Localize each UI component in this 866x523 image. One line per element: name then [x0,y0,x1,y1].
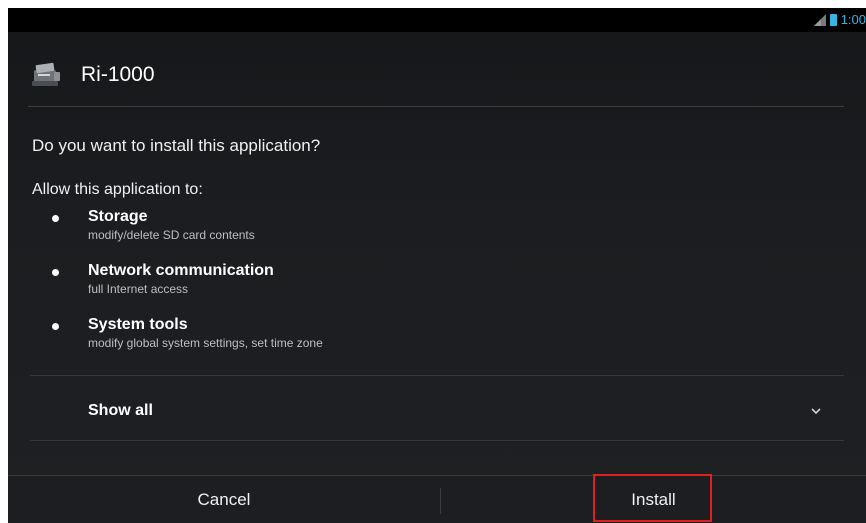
app-title: Ri-1000 [81,63,155,86]
cancel-button[interactable]: Cancel [8,476,440,523]
status-indicators: 1:00 [813,12,866,27]
permission-title: Storage [88,208,148,225]
permissions-divider [30,375,844,376]
show-all-label: Show all [88,402,153,419]
bullet-icon [52,269,59,276]
show-all-button[interactable]: Show all [30,378,844,440]
button-bar: Cancel Install [8,474,866,523]
scanner-icon [32,62,60,86]
header-divider [28,106,844,107]
permission-description: modify global system settings, set time … [88,336,323,350]
permission-description: modify/delete SD card contents [88,228,255,242]
clock: 1:00 [840,12,866,27]
chevron-down-icon [811,408,821,415]
install-question: Do you want to install this application? [32,136,321,155]
status-bar: 1:00 [8,8,866,32]
install-button[interactable]: Install [441,476,866,523]
dialog-header: Ri-1000 [8,56,866,96]
permission-title: Network communication [88,262,274,279]
show-all-divider [30,440,844,441]
bullet-icon [52,215,59,222]
battery-icon [829,13,837,26]
bullet-icon [52,323,59,330]
permission-description: full Internet access [88,282,189,296]
signal-icon [813,13,826,26]
permission-title: System tools [88,316,188,333]
install-screen: 1:00 Ri-1000 Do you want to install this… [8,8,866,523]
permissions-heading: Allow this application to: [32,181,203,198]
